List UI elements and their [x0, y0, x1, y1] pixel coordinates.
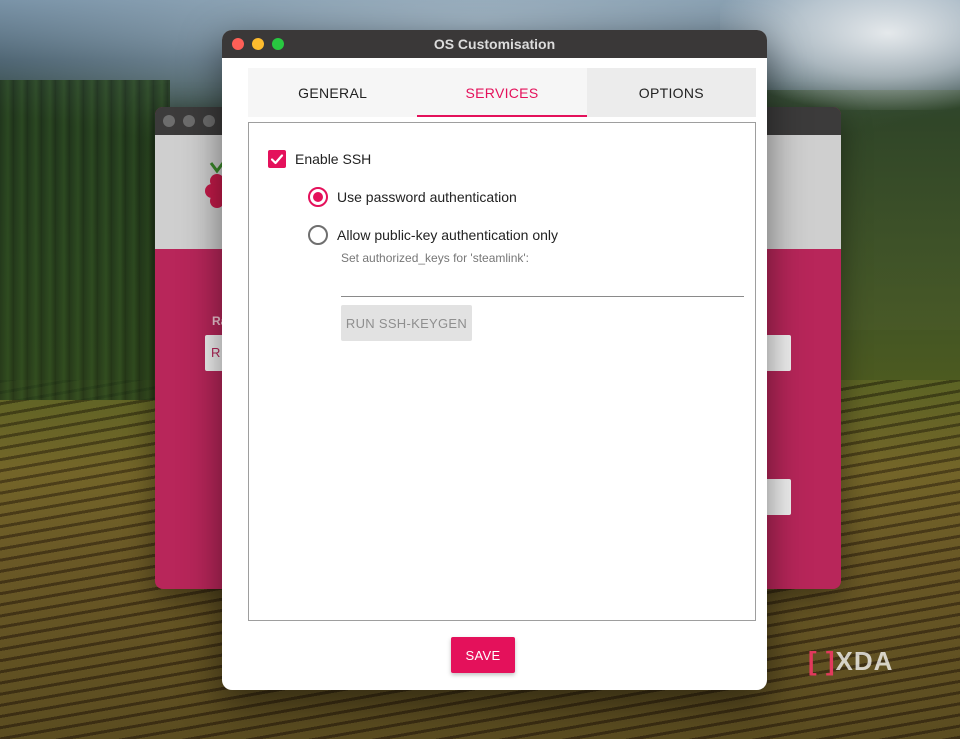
enable-ssh-label: Enable SSH: [295, 151, 372, 167]
public-key-auth-label: Allow public-key authentication only: [337, 227, 559, 243]
enable-ssh-checkbox[interactable]: [268, 150, 286, 168]
xda-watermark: [ ]XDA: [808, 646, 894, 676]
tab-general[interactable]: GENERAL: [248, 68, 417, 117]
close-window-button[interactable]: [232, 38, 244, 50]
services-panel: Enable SSH Use password authentication A…: [248, 122, 756, 621]
enable-ssh-row[interactable]: Enable SSH: [268, 150, 371, 168]
tab-services[interactable]: SERVICES: [417, 68, 587, 117]
dialog-title: OS Customisation: [433, 36, 556, 52]
password-auth-radio[interactable]: [308, 187, 328, 207]
checkmark-icon: [270, 154, 284, 165]
run-ssh-keygen-button[interactable]: RUN SSH-KEYGEN: [341, 305, 472, 341]
save-button[interactable]: SAVE: [451, 637, 515, 673]
public-key-auth-radio[interactable]: [308, 225, 328, 245]
zoom-window-button[interactable]: [272, 38, 284, 50]
authorized-keys-hint: Set authorized_keys for 'steamlink':: [341, 251, 530, 265]
tab-bar: GENERAL SERVICES OPTIONS: [248, 68, 756, 117]
bg-zoom-dot: [203, 115, 215, 127]
os-customisation-dialog: OS Customisation GENERAL SERVICES OPTION…: [222, 30, 767, 690]
minimize-window-button[interactable]: [252, 38, 264, 50]
tab-options[interactable]: OPTIONS: [586, 68, 756, 117]
bg-minimize-dot: [183, 115, 195, 127]
authorized-keys-input[interactable]: [341, 271, 744, 297]
dialog-titlebar: OS Customisation: [222, 30, 767, 58]
password-auth-label: Use password authentication: [337, 189, 517, 205]
public-key-auth-row[interactable]: Allow public-key authentication only: [308, 225, 558, 245]
background-trees-left: [0, 80, 170, 400]
bg-close-dot: [163, 115, 175, 127]
password-auth-row[interactable]: Use password authentication: [308, 187, 517, 207]
